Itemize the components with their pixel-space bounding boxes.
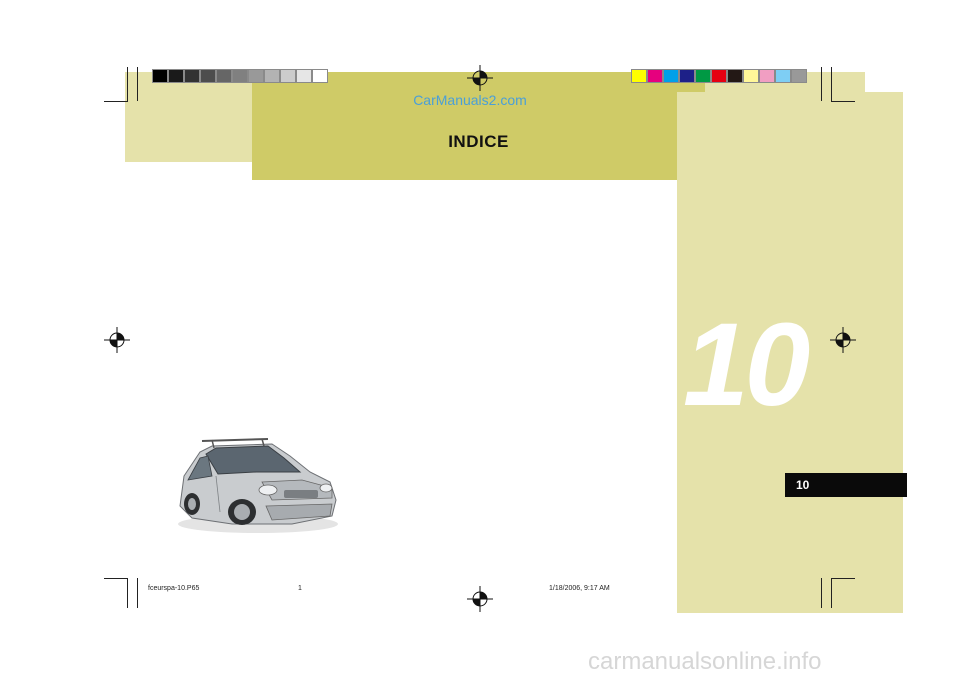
watermark-link[interactable]: CarManuals2.com — [330, 92, 610, 108]
color-swatch — [248, 69, 264, 83]
color-swatch — [312, 69, 328, 83]
color-swatch — [679, 69, 695, 83]
registration-mark-icon — [830, 327, 856, 353]
crop-mark — [831, 67, 832, 101]
chapter-tab[interactable]: 10 — [785, 473, 907, 497]
footer-timestamp: 1/18/2006, 9:17 AM — [549, 585, 610, 592]
crop-mark — [137, 67, 138, 101]
color-swatch — [695, 69, 711, 83]
color-calibration-bar — [631, 69, 807, 83]
registration-mark-icon — [467, 65, 493, 91]
crop-mark — [831, 101, 855, 102]
crop-mark — [127, 578, 128, 608]
grayscale-calibration-bar — [152, 69, 328, 83]
color-swatch — [791, 69, 807, 83]
color-swatch — [296, 69, 312, 83]
color-swatch — [631, 69, 647, 83]
color-swatch — [232, 69, 248, 83]
color-swatch — [647, 69, 663, 83]
color-swatch — [775, 69, 791, 83]
crop-mark — [821, 578, 822, 608]
color-swatch — [280, 69, 296, 83]
panel-left — [125, 72, 252, 162]
crop-mark — [104, 101, 128, 102]
bottom-watermark[interactable]: carmanualsonline.info — [588, 648, 821, 676]
color-swatch — [759, 69, 775, 83]
color-swatch — [184, 69, 200, 83]
crop-mark — [127, 67, 128, 101]
color-swatch — [168, 69, 184, 83]
color-swatch — [663, 69, 679, 83]
crop-mark — [137, 578, 138, 608]
page-title: INDICE — [448, 132, 509, 151]
color-swatch — [711, 69, 727, 83]
color-swatch — [152, 69, 168, 83]
crop-mark — [104, 578, 128, 579]
color-swatch — [200, 69, 216, 83]
minivan-car-image — [178, 438, 338, 533]
crop-mark — [821, 67, 822, 101]
chapter-number: 10 — [683, 299, 810, 431]
crop-mark — [831, 578, 832, 608]
footer-page-number: 1 — [298, 585, 302, 592]
registration-mark-icon — [467, 586, 493, 612]
crop-mark — [831, 578, 855, 579]
color-swatch — [727, 69, 743, 83]
footer-filename: fceurspa-10.P65 — [148, 585, 200, 592]
color-swatch — [264, 69, 280, 83]
registration-mark-icon — [104, 327, 130, 353]
color-swatch — [743, 69, 759, 83]
color-swatch — [216, 69, 232, 83]
